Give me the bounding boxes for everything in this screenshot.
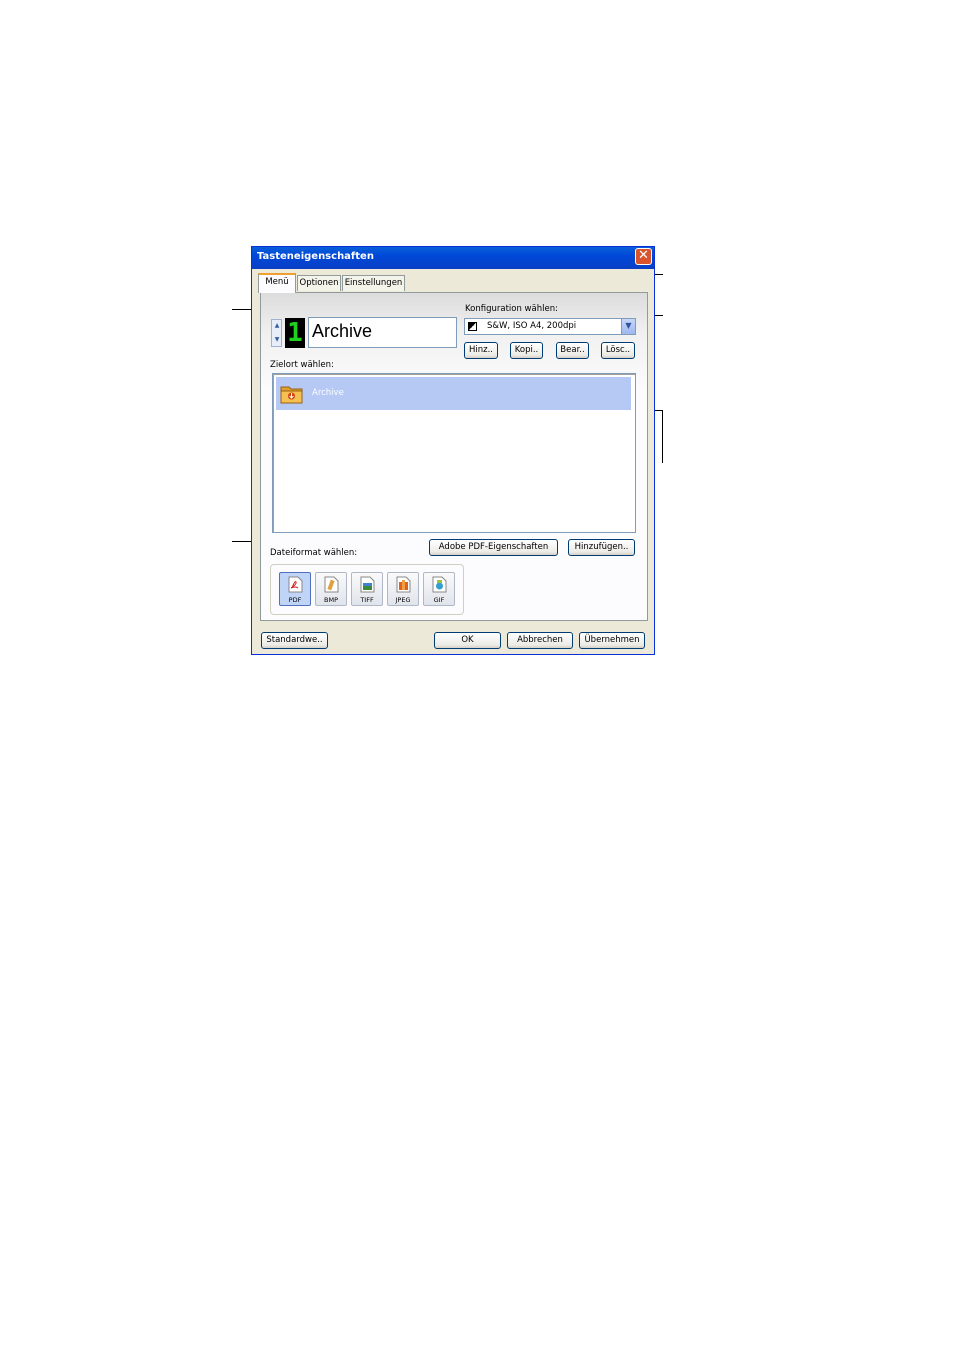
format-gif-button[interactable]: GIF xyxy=(423,572,455,606)
tab-settings-label: Einstellungen xyxy=(344,278,403,288)
format-bmp-button[interactable]: BMP xyxy=(315,572,347,606)
tab-menu[interactable]: Menü xyxy=(258,273,296,293)
destination-label: Zielort wählen: xyxy=(270,360,334,370)
format-label: Dateiformat wählen: xyxy=(270,548,358,558)
folder-icon xyxy=(280,386,303,404)
pdf-properties-button[interactable]: Adobe PDF-Eigenschaften xyxy=(429,539,558,556)
spin-down-icon[interactable]: ▼ xyxy=(273,336,281,344)
title-bar[interactable]: Tasteneigenschaften ✕ xyxy=(252,247,654,269)
destination-list[interactable]: Archive xyxy=(272,373,636,533)
jpeg-icon xyxy=(396,576,411,593)
config-select[interactable]: S&W, ISO A4, 200dpi ▼ xyxy=(464,318,636,335)
tiff-icon xyxy=(360,576,375,593)
list-item-label: Archive xyxy=(312,388,344,398)
button-number-spinner[interactable]: ▲ ▼ xyxy=(271,319,282,347)
config-label: Konfiguration wählen: xyxy=(465,304,558,314)
tab-settings[interactable]: Einstellungen xyxy=(342,275,405,291)
tab-options[interactable]: Optionen xyxy=(297,275,341,291)
cancel-button[interactable]: Abbrechen xyxy=(507,632,573,649)
format-tiff-button[interactable]: TIFF xyxy=(351,572,383,606)
format-gif-label: GIF xyxy=(433,596,445,604)
config-copy-button[interactable]: Kopi.. xyxy=(510,342,543,359)
config-add-button[interactable]: Hinz.. xyxy=(464,342,498,359)
tab-menu-label: Menü xyxy=(265,277,289,287)
bmp-icon xyxy=(324,576,339,593)
list-item[interactable]: Archive xyxy=(276,377,631,410)
format-picker: PDF BMP TIFF JPEG GIF xyxy=(270,564,464,615)
button-number-display: 1 xyxy=(285,318,305,348)
config-value: S&W, ISO A4, 200dpi xyxy=(487,321,577,331)
format-pdf-label: PDF xyxy=(288,596,302,604)
apply-button[interactable]: Übernehmen xyxy=(579,632,645,649)
format-tiff-label: TIFF xyxy=(360,596,374,604)
close-button[interactable]: ✕ xyxy=(635,248,652,265)
button-name-field[interactable]: Archive xyxy=(308,317,457,348)
format-pdf-button[interactable]: PDF xyxy=(279,572,311,606)
properties-dialog: Tasteneigenschaften ✕ Menü Optionen Eins… xyxy=(251,246,655,655)
spin-up-icon[interactable]: ▲ xyxy=(273,322,281,330)
dialog-title: Tasteneigenschaften xyxy=(257,251,374,262)
ok-button[interactable]: OK xyxy=(434,632,501,649)
tab-options-label: Optionen xyxy=(299,278,339,288)
close-icon: ✕ xyxy=(638,248,649,263)
add-destination-button[interactable]: Hinzufügen.. xyxy=(568,539,635,556)
pdf-icon xyxy=(288,576,303,593)
defaults-button[interactable]: Standardwe.. xyxy=(261,632,328,649)
format-bmp-label: BMP xyxy=(324,596,338,604)
config-edit-button[interactable]: Bear.. xyxy=(556,342,589,359)
format-jpeg-button[interactable]: JPEG xyxy=(387,572,419,606)
gif-icon xyxy=(432,576,447,593)
config-delete-button[interactable]: Lösc.. xyxy=(601,342,635,359)
bw-mode-icon xyxy=(468,322,477,331)
callout-line-destination-v xyxy=(662,410,663,463)
format-jpeg-label: JPEG xyxy=(395,596,411,604)
chevron-down-icon[interactable]: ▼ xyxy=(621,319,635,334)
